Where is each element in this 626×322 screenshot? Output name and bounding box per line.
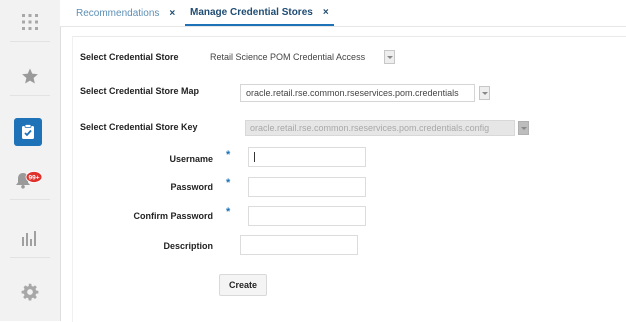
credential-store-label: Select Credential Store	[80, 52, 179, 62]
credential-store-map-label: Select Credential Store Map	[80, 86, 200, 96]
description-field[interactable]	[240, 235, 358, 255]
sidebar-item-tasks[interactable]	[14, 118, 42, 146]
chevron-down-icon	[518, 121, 529, 135]
sidebar: 99+	[0, 0, 61, 321]
username-label: Username	[169, 154, 213, 164]
password-label: Password	[170, 182, 213, 192]
username-field[interactable]	[248, 147, 366, 167]
grid-icon	[22, 13, 38, 30]
sidebar-item-settings[interactable]	[10, 272, 50, 312]
sidebar-item-apps[interactable]	[10, 2, 50, 42]
close-icon[interactable]: ×	[169, 8, 175, 19]
sidebar-item-reports[interactable]	[10, 218, 50, 258]
required-marker: *	[226, 206, 231, 218]
sidebar-item-notifications[interactable]: 99+	[10, 160, 50, 200]
description-label: Description	[163, 241, 213, 251]
notification-badge: 99+	[28, 174, 39, 181]
tab-label: Manage Credential Stores	[190, 6, 313, 18]
confirm-password-field[interactable]	[248, 206, 366, 226]
required-marker: *	[226, 149, 231, 161]
text-caret	[254, 152, 255, 162]
bar-chart-icon	[22, 230, 36, 246]
tab-recommendations[interactable]: Recommendations ×	[76, 0, 175, 26]
star-icon	[22, 68, 38, 83]
chevron-down-icon[interactable]	[479, 86, 490, 100]
credential-store-map-select[interactable]: oracle.retail.rse.common.rseservices.pom…	[240, 84, 475, 102]
credential-store-select[interactable]: Retail Science POM Credential Access	[210, 48, 380, 66]
password-field[interactable]	[248, 177, 366, 197]
chevron-down-icon[interactable]	[384, 50, 395, 64]
credential-store-key-label: Select Credential Store Key	[80, 122, 198, 132]
close-icon[interactable]: ×	[323, 7, 329, 18]
tab-bar: Recommendations × Manage Credential Stor…	[60, 0, 626, 27]
confirm-password-label: Confirm Password	[133, 211, 213, 221]
clipboard-check-icon	[22, 124, 34, 139]
credential-store-key-select: oracle.retail.rse.common.rseservices.pom…	[245, 120, 515, 136]
notification-bell-icon: 99+	[16, 170, 43, 189]
tab-manage-credential-stores[interactable]: Manage Credential Stores ×	[185, 0, 334, 26]
sidebar-item-favorites[interactable]	[10, 56, 50, 96]
create-button[interactable]: Create	[219, 274, 267, 296]
tab-label: Recommendations	[76, 7, 160, 19]
required-marker: *	[226, 177, 231, 189]
gear-icon	[21, 283, 39, 301]
